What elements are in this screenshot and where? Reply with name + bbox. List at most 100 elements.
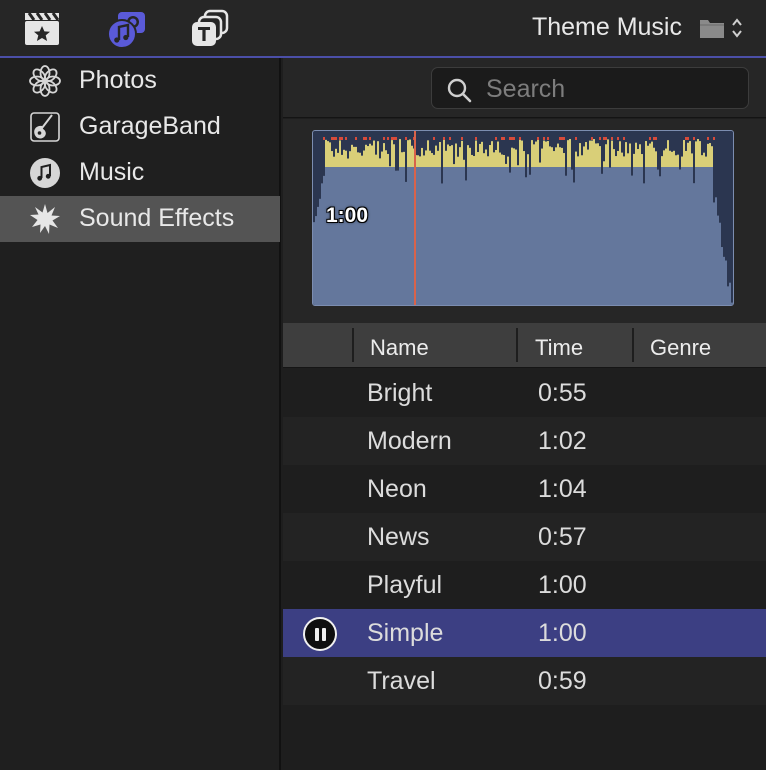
- waveform-clip: [509, 137, 511, 140]
- waveform-bar: [549, 146, 551, 305]
- waveform-bar: [495, 149, 497, 305]
- guitar-icon: [28, 110, 62, 144]
- waveform-bar: [313, 222, 315, 305]
- titles-tab[interactable]: [188, 8, 232, 50]
- waveform-peak: [433, 154, 435, 167]
- table-row[interactable]: Neon 1:04: [283, 465, 766, 513]
- waveform-peak: [445, 150, 447, 167]
- column-divider[interactable]: [632, 328, 634, 362]
- search-input[interactable]: [486, 74, 736, 104]
- waveform-peak: [455, 143, 457, 167]
- waveform-peak: [471, 154, 473, 167]
- waveform-bar: [375, 154, 377, 305]
- waveform-peak: [367, 146, 369, 167]
- waveform-clip: [393, 137, 395, 140]
- song-time: 0:55: [538, 379, 587, 407]
- waveform-bar: [333, 156, 335, 305]
- camera-music-icon: [107, 12, 145, 49]
- waveform-bar: [635, 142, 637, 305]
- waveform-bar: [467, 145, 469, 305]
- column-header-genre[interactable]: Genre: [650, 335, 711, 361]
- waveform-bar: [385, 150, 387, 305]
- folder-icon: [700, 18, 742, 38]
- waveform-peak: [477, 152, 479, 167]
- sidebar-item-sound-effects[interactable]: Sound Effects: [0, 196, 280, 242]
- waveform-bar: [615, 156, 617, 305]
- waveform-bar: [321, 183, 323, 305]
- sidebar-item-photos[interactable]: Photos: [0, 58, 280, 104]
- waveform-bar: [451, 145, 453, 305]
- waveform-peak: [505, 163, 507, 167]
- waveform-bar: [401, 152, 403, 305]
- table-row[interactable]: Modern 1:02: [283, 417, 766, 465]
- pause-button[interactable]: [303, 617, 337, 651]
- waveform-peak: [711, 146, 713, 167]
- waveform-bar: [457, 156, 459, 305]
- waveform-peak: [545, 141, 547, 167]
- table-row-selected[interactable]: Simple 1:00: [283, 609, 766, 657]
- waveform-bar: [429, 150, 431, 305]
- waveform-bar: [613, 149, 615, 305]
- waveform-clip: [395, 137, 397, 140]
- waveform-peak: [501, 154, 503, 167]
- column-divider[interactable]: [352, 328, 354, 362]
- waveform-bar: [465, 180, 467, 305]
- waveform-clip: [495, 137, 497, 140]
- column-divider[interactable]: [516, 328, 518, 362]
- song-time: 1:02: [538, 427, 587, 455]
- waveform-bar: [691, 153, 693, 305]
- waveform-clip: [355, 137, 357, 140]
- waveform-peak: [443, 139, 445, 167]
- waveform-peak: [585, 142, 587, 167]
- waveform-peak: [517, 165, 519, 167]
- column-header-time[interactable]: Time: [535, 335, 583, 361]
- sidebar-item-garageband[interactable]: GarageBand: [0, 104, 280, 150]
- folder-menu-button[interactable]: [698, 14, 748, 42]
- waveform-peak: [555, 147, 557, 167]
- waveform-peak: [347, 158, 349, 167]
- waveform-bar: [341, 154, 343, 305]
- waveform-clip: [543, 137, 545, 140]
- waveform-bar: [419, 156, 421, 305]
- waveform-bar: [559, 147, 561, 305]
- waveform-bar: [729, 282, 731, 305]
- sidebar-item-label: Music: [79, 158, 145, 186]
- waveform-peak: [625, 142, 627, 167]
- waveform-clip: [685, 137, 687, 140]
- waveform-clip: [617, 137, 619, 140]
- waveform-peak: [449, 146, 451, 167]
- table-row[interactable]: Playful 1:00: [283, 561, 766, 609]
- waveform-peak: [453, 164, 455, 167]
- column-header-name[interactable]: Name: [370, 335, 429, 361]
- movies-tab[interactable]: [20, 8, 64, 50]
- waveform-peak: [401, 152, 403, 167]
- waveform-clip: [603, 137, 605, 140]
- table-row[interactable]: Travel 0:59: [283, 657, 766, 705]
- waveform-peak: [379, 158, 381, 167]
- waveform-bar: [701, 155, 703, 305]
- waveform-bar: [411, 145, 413, 305]
- waveform-clip: [449, 137, 451, 140]
- waveform-peak: [663, 150, 665, 167]
- sidebar-item-music[interactable]: Music: [0, 150, 280, 196]
- waveform-bar: [669, 150, 671, 305]
- waveform-peak: [617, 150, 619, 167]
- waveform-bar: [349, 151, 351, 305]
- audio-waveform[interactable]: 1:00: [312, 130, 734, 306]
- table-row[interactable]: News 0:57: [283, 513, 766, 561]
- waveform-peak: [487, 156, 489, 167]
- search-field[interactable]: [431, 67, 749, 109]
- waveform-bar: [509, 172, 511, 305]
- waveform-peak: [325, 139, 327, 167]
- waveform-bar: [577, 156, 579, 305]
- waveform-bar: [627, 153, 629, 305]
- waveform-peak: [661, 156, 663, 167]
- waveform-bar: [597, 143, 599, 305]
- browser-toolbar: Theme Music: [0, 0, 766, 58]
- waveform-peak: [581, 155, 583, 167]
- audio-photos-tab[interactable]: [104, 8, 148, 50]
- table-row[interactable]: Bright 0:55: [283, 369, 766, 417]
- waveform-bar: [487, 156, 489, 305]
- waveform-peak: [521, 140, 523, 167]
- waveform-bar: [725, 260, 727, 305]
